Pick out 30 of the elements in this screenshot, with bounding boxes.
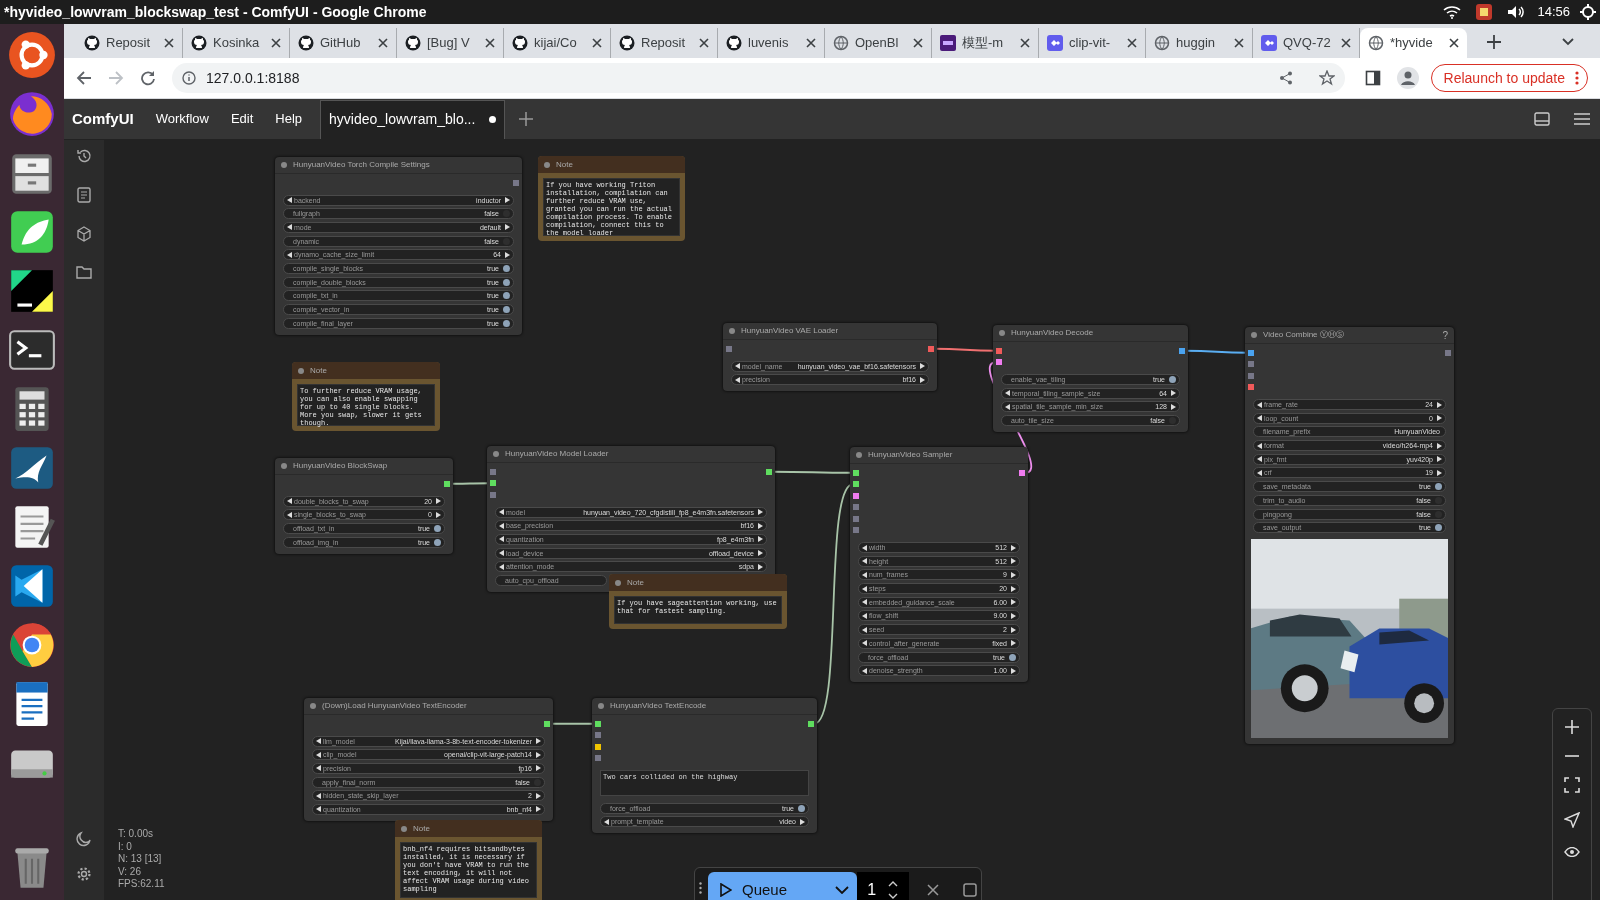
help-mark[interactable]: ?: [1442, 327, 1448, 343]
clock-text: 14:56: [1537, 3, 1570, 22]
app-brand: ComfyUI: [72, 108, 134, 129]
node-title: HunyuanVideo TextEncode: [610, 700, 708, 712]
menu-item[interactable]: Workflow: [155, 109, 209, 129]
stat-text: T: 0.00s: [118, 828, 155, 841]
node-title: Note: [556, 158, 574, 171]
node-title: Note: [310, 364, 328, 377]
node-title: HunyuanVideo VAE Loader: [741, 325, 840, 337]
workflow-tab[interactable]: hyvideo_lowvram_blo...: [320, 99, 506, 139]
window-title: *hyvideo_lowvram_blockswap_test - ComfyUI - Google Chrome: [4, 2, 427, 22]
batch-count-field[interactable]: 1: [857, 872, 909, 900]
stat-text: V: 26: [118, 865, 142, 878]
node-title: HunyuanVideo BlockSwap: [293, 460, 389, 472]
node-title: Video Combine ⓋⒽⓈ: [1263, 329, 1345, 341]
node-title: HunyuanVideo Sampler: [868, 449, 954, 461]
menu-item[interactable]: Edit: [230, 109, 254, 129]
node-title: (Down)Load HunyuanVideo TextEncoder: [322, 700, 468, 712]
node-title: Note: [413, 822, 431, 835]
address-field[interactable]: 127.0.0.1:8188: [172, 63, 1345, 93]
stat-text: N: 13 [13]: [118, 853, 163, 866]
queue-button[interactable]: Queue: [708, 872, 827, 900]
stat-text: FPS:62.11: [118, 878, 165, 891]
node-title: HunyuanVideo Decode: [1011, 327, 1095, 339]
menu-item[interactable]: Help: [275, 109, 303, 129]
node-title: HunyuanVideo Model Loader: [505, 448, 610, 460]
stat-text: I: 0: [118, 840, 133, 853]
node-title: Note: [627, 576, 645, 589]
node-title: HunyuanVideo Torch Compile Settings: [293, 159, 431, 171]
browser-tab[interactable]: *hyvide: [1360, 28, 1467, 58]
